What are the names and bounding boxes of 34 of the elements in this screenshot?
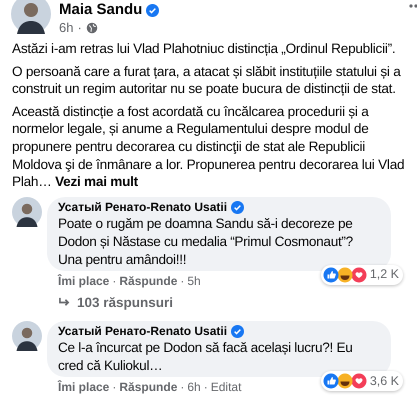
reply-link[interactable]: Răspunde (119, 379, 178, 395)
separator-dot: · (204, 379, 208, 395)
like-link[interactable]: Îmi place (58, 272, 110, 289)
comment-time[interactable]: 6h (187, 379, 201, 395)
reaction-icons (322, 373, 367, 389)
see-more-link[interactable]: Vezi mai mult (55, 174, 138, 190)
separator-dot: · (180, 272, 184, 289)
reaction-count: 3,6 K (370, 372, 399, 390)
post-paragraph: Astăzi i-am retras lui Vlad Plahotniuc distincția „Ordinul Republicii”. (12, 40, 396, 58)
edited-label: Editat (210, 379, 242, 395)
avatar[interactable] (12, 321, 42, 351)
separator-dot: · (112, 379, 116, 395)
reaction-icons (322, 266, 367, 283)
commenter-name[interactable]: Усатый Ренато-Renato Usatii (58, 200, 228, 215)
avatar[interactable] (11, 0, 51, 34)
like-link[interactable]: Îmi place (58, 379, 110, 395)
reply-arrow-icon (58, 297, 71, 308)
reaction-summary[interactable]: 3,6 K (320, 371, 403, 391)
avatar[interactable] (12, 196, 42, 227)
commenter-name[interactable]: Усатый Ренато-Renato Usatii (58, 324, 228, 339)
reply-link[interactable]: Răspunde (119, 272, 178, 289)
reaction-summary[interactable]: 1,2 K (320, 264, 403, 285)
post-paragraph: O persoană care a furat țara, a atacat și slăbit instituțiile statului și a construit un regim autoritar nu se poate bucura de distincții de stat. (12, 62, 402, 98)
post-paragraph: Această distincție a fost acordată cu încălcarea procedurii și a normelor legale, și anume a Regulamentului despre modul de propunere pentru decorarea cu distincţii de stat ale Republicii Moldova şi de înmânare a lor. Propunerea pentru decorarea lui Vlad Plah… Vezi mai mult (12, 102, 405, 191)
separator-dot: · (77, 20, 82, 36)
more-icon[interactable] (409, 4, 417, 8)
reaction-count: 1,2 K (370, 266, 399, 284)
comment-time[interactable]: 5h (187, 272, 201, 289)
post-time[interactable]: 6h (59, 20, 74, 36)
globe-icon (86, 22, 98, 34)
author-name[interactable]: Maia Sandu (59, 0, 142, 20)
separator-dot: · (112, 272, 116, 289)
view-replies-link[interactable]: 103 răspunsuri (47, 288, 405, 313)
separator-dot: · (180, 379, 184, 395)
